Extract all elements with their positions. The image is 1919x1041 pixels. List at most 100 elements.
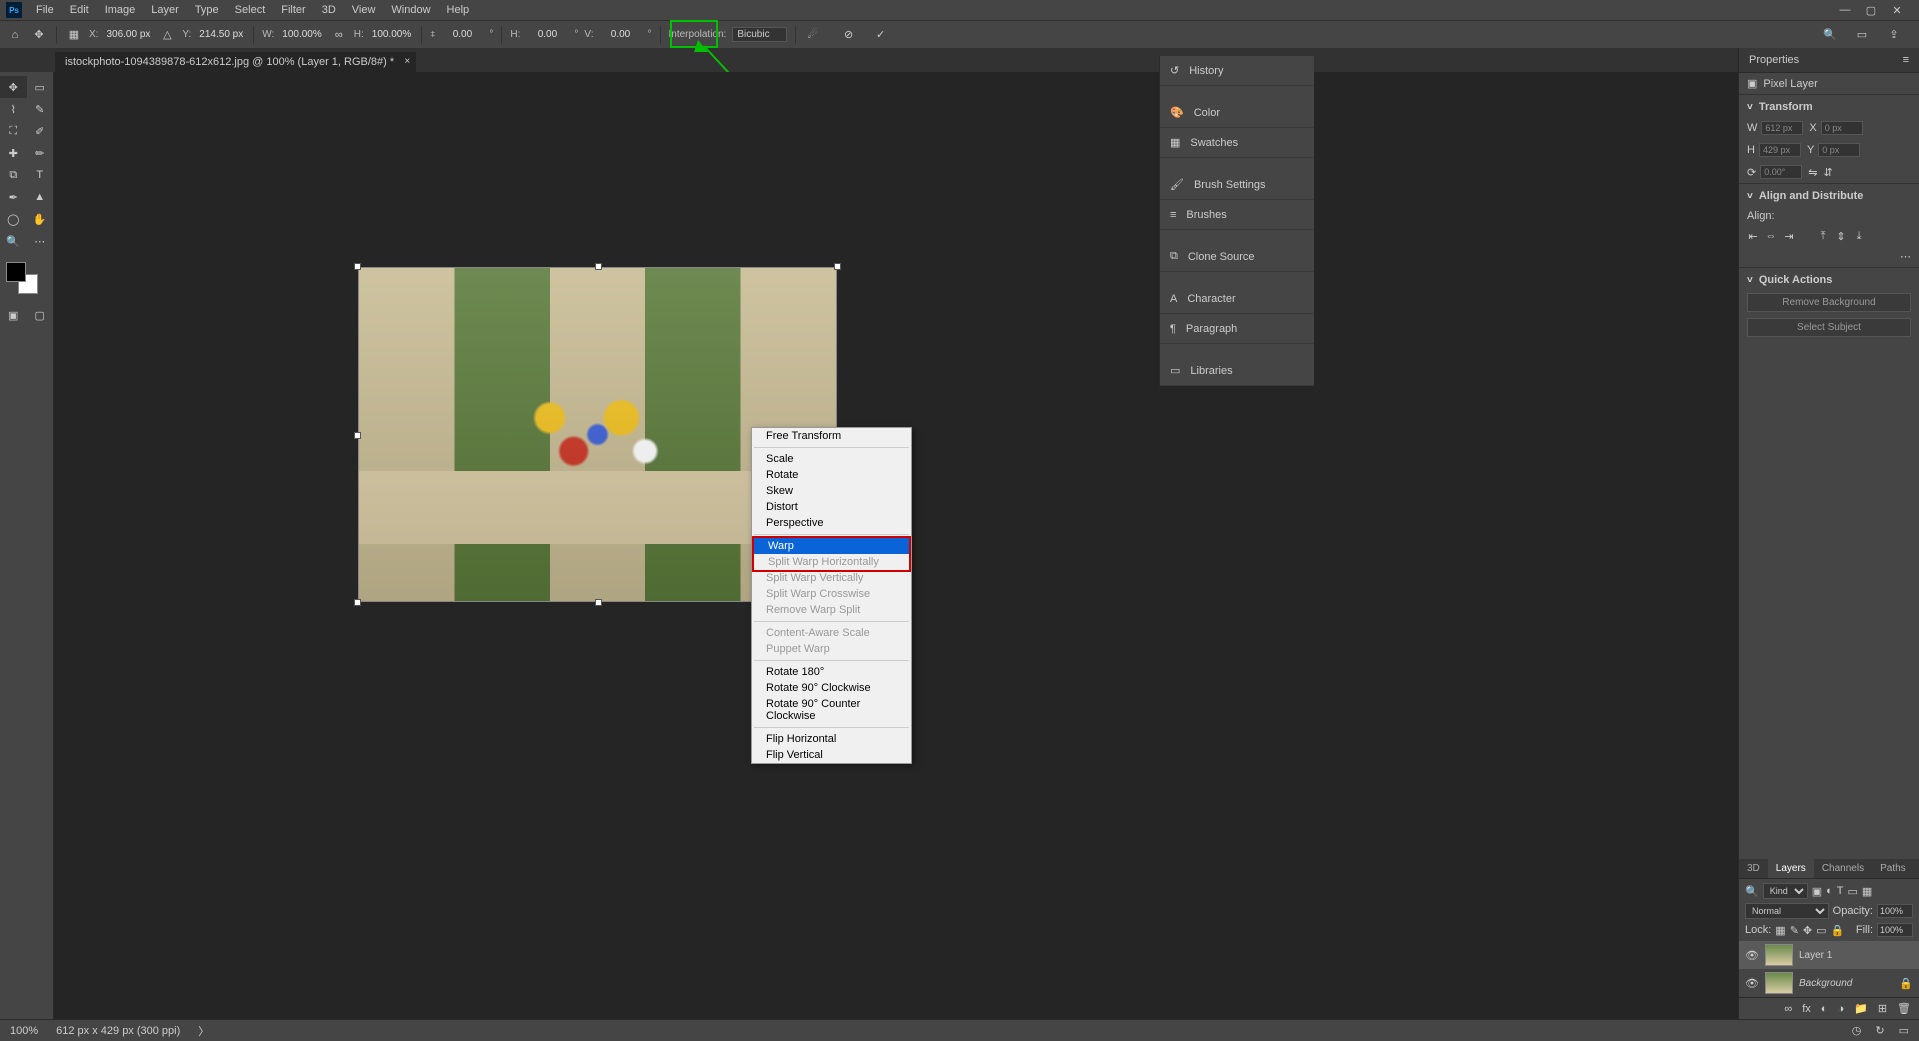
x-value[interactable]: 306.00 px	[104, 29, 152, 40]
prop-rotation[interactable]	[1760, 165, 1802, 179]
layer-row-layer1[interactable]: 👁 Layer 1	[1739, 941, 1919, 969]
menu-layer[interactable]: Layer	[143, 2, 187, 18]
brush-tool[interactable]: ✏	[27, 142, 54, 164]
pen-tool[interactable]: ✒	[0, 186, 27, 208]
prop-y[interactable]	[1818, 143, 1860, 157]
menu-view[interactable]: View	[344, 2, 384, 18]
tab-paths[interactable]: Paths	[1872, 859, 1914, 878]
screen-mode-icon[interactable]: ▢	[27, 304, 54, 326]
foreground-color[interactable]	[6, 262, 26, 282]
cancel-transform-icon[interactable]: ⊘	[840, 26, 858, 44]
handle-top-right[interactable]	[834, 263, 841, 270]
align-center-v-icon[interactable]: ⇕	[1835, 230, 1847, 242]
move-tool[interactable]: ✥	[0, 76, 27, 98]
align-center-h-icon[interactable]: ⇔	[1765, 230, 1777, 242]
layer-mask-icon[interactable]: ◐	[1821, 1003, 1828, 1015]
align-top-icon[interactable]: ⤒	[1817, 230, 1829, 242]
color-swatch[interactable]	[6, 262, 38, 294]
layer-thumbnail[interactable]	[1765, 944, 1793, 966]
handle-top-mid[interactable]	[595, 263, 602, 270]
clone-tool[interactable]: ⧉	[0, 164, 27, 186]
quick-mask-icon[interactable]: ▣	[0, 304, 27, 326]
delete-layer-icon[interactable]: 🗑	[1897, 1002, 1911, 1015]
transform-tool-icon[interactable]: ✥	[30, 26, 48, 44]
align-right-icon[interactable]: ⇥	[1783, 230, 1795, 242]
menu-filter[interactable]: Filter	[273, 2, 313, 18]
zoom-tool[interactable]: 🔍	[0, 230, 27, 252]
shape-tool[interactable]: ◯	[0, 208, 27, 230]
ctx-perspective[interactable]: Perspective	[752, 515, 911, 531]
handle-top-left[interactable]	[354, 263, 361, 270]
ctx-scale[interactable]: Scale	[752, 451, 911, 467]
crop-tool[interactable]: ⛶	[0, 120, 27, 142]
align-bottom-icon[interactable]: ⤓	[1853, 230, 1865, 242]
filter-smart-icon[interactable]: ▦	[1862, 885, 1872, 898]
new-group-icon[interactable]: 📁	[1854, 1002, 1868, 1015]
commit-transform-icon[interactable]: ✓	[872, 26, 890, 44]
interpolation-select[interactable]: Bicubic	[732, 27, 786, 42]
layer-style-icon[interactable]: fx	[1802, 1003, 1811, 1015]
skew-h-value[interactable]: 0.00	[526, 29, 568, 40]
filter-shape-icon[interactable]: ▭	[1848, 885, 1858, 898]
home-icon[interactable]: ⌂	[6, 26, 24, 44]
ctx-free-transform[interactable]: Free Transform	[752, 428, 911, 444]
prop-w[interactable]	[1761, 121, 1803, 135]
link-layers-icon[interactable]: ∞	[1784, 1003, 1792, 1015]
lasso-tool[interactable]: ⌇	[0, 98, 27, 120]
menu-window[interactable]: Window	[383, 2, 438, 18]
lock-all-icon[interactable]: 🔒	[1831, 924, 1845, 937]
menu-3d[interactable]: 3D	[314, 2, 344, 18]
visibility-toggle-icon[interactable]: 👁	[1745, 977, 1759, 990]
handle-bottom-left[interactable]	[354, 599, 361, 606]
zoom-level[interactable]: 100%	[10, 1025, 38, 1037]
filter-type-icon[interactable]: T	[1837, 885, 1844, 897]
layer-filter-kind[interactable]: Kind	[1763, 883, 1808, 899]
panel-brushes[interactable]: ≡Brushes	[1160, 200, 1314, 230]
layer-thumbnail[interactable]	[1765, 972, 1793, 994]
search-icon[interactable]: 🔍	[1821, 26, 1839, 44]
menu-type[interactable]: Type	[187, 2, 227, 18]
reference-point-icon[interactable]: ▦	[65, 26, 83, 44]
status-zoom-icon[interactable]: ▭	[1899, 1024, 1909, 1037]
menu-select[interactable]: Select	[227, 2, 274, 18]
ctx-rotate-90-cw[interactable]: Rotate 90° Clockwise	[752, 680, 911, 696]
ctx-flip-vertical[interactable]: Flip Vertical	[752, 747, 911, 763]
ctx-rotate-180[interactable]: Rotate 180°	[752, 664, 911, 680]
link-wh-icon[interactable]: ∞	[330, 26, 348, 44]
select-subject-button[interactable]: Select Subject	[1747, 318, 1911, 337]
swap-xy-icon[interactable]: △	[158, 26, 176, 44]
remove-background-button[interactable]: Remove Background	[1747, 293, 1911, 312]
workspace-icon[interactable]: ▭	[1853, 26, 1871, 44]
canvas[interactable]: Free Transform Scale Rotate Skew Distort…	[54, 72, 1919, 1019]
panel-color[interactable]: 🎨Color	[1160, 98, 1314, 128]
panel-menu-icon[interactable]: ≡	[1903, 54, 1909, 66]
path-select-tool[interactable]: ▲	[27, 186, 54, 208]
menu-help[interactable]: Help	[439, 2, 478, 18]
ctx-skew[interactable]: Skew	[752, 483, 911, 499]
lock-artboard-icon[interactable]: ▭	[1816, 924, 1826, 937]
tab-3d[interactable]: 3D	[1739, 859, 1768, 878]
tab-channels[interactable]: Channels	[1814, 859, 1872, 878]
fill-input[interactable]	[1877, 923, 1913, 937]
blend-mode-select[interactable]: Normal	[1745, 903, 1829, 919]
eyedropper-tool[interactable]: ✐	[27, 120, 54, 142]
handle-mid-left[interactable]	[354, 432, 361, 439]
panel-paragraph[interactable]: ¶Paragraph	[1160, 314, 1314, 344]
panel-swatches[interactable]: ▦Swatches	[1160, 128, 1314, 158]
window-minimize-icon[interactable]: —	[1839, 4, 1851, 16]
ctx-warp[interactable]: Warp	[754, 538, 909, 554]
layer-name[interactable]: Background	[1799, 978, 1852, 989]
align-more-icon[interactable]: ⋯	[1900, 250, 1911, 263]
new-layer-icon[interactable]: ⊞	[1878, 1002, 1887, 1015]
prop-x[interactable]	[1821, 121, 1863, 135]
share-icon[interactable]: ⇪	[1885, 26, 1903, 44]
align-left-icon[interactable]: ⇤	[1747, 230, 1759, 242]
document-tab[interactable]: istockphoto-1094389878-612x612.jpg @ 100…	[55, 52, 416, 72]
panel-brush-settings[interactable]: 🖌Brush Settings	[1160, 170, 1314, 200]
flip-h-icon[interactable]: ⇋	[1808, 166, 1817, 179]
window-maximize-icon[interactable]: ▢	[1865, 4, 1877, 16]
hand-tool[interactable]: ✋	[27, 208, 54, 230]
filter-adjust-icon[interactable]: ◐	[1826, 885, 1833, 897]
panel-history[interactable]: ↺History	[1160, 56, 1314, 86]
menu-file[interactable]: File	[28, 2, 62, 18]
